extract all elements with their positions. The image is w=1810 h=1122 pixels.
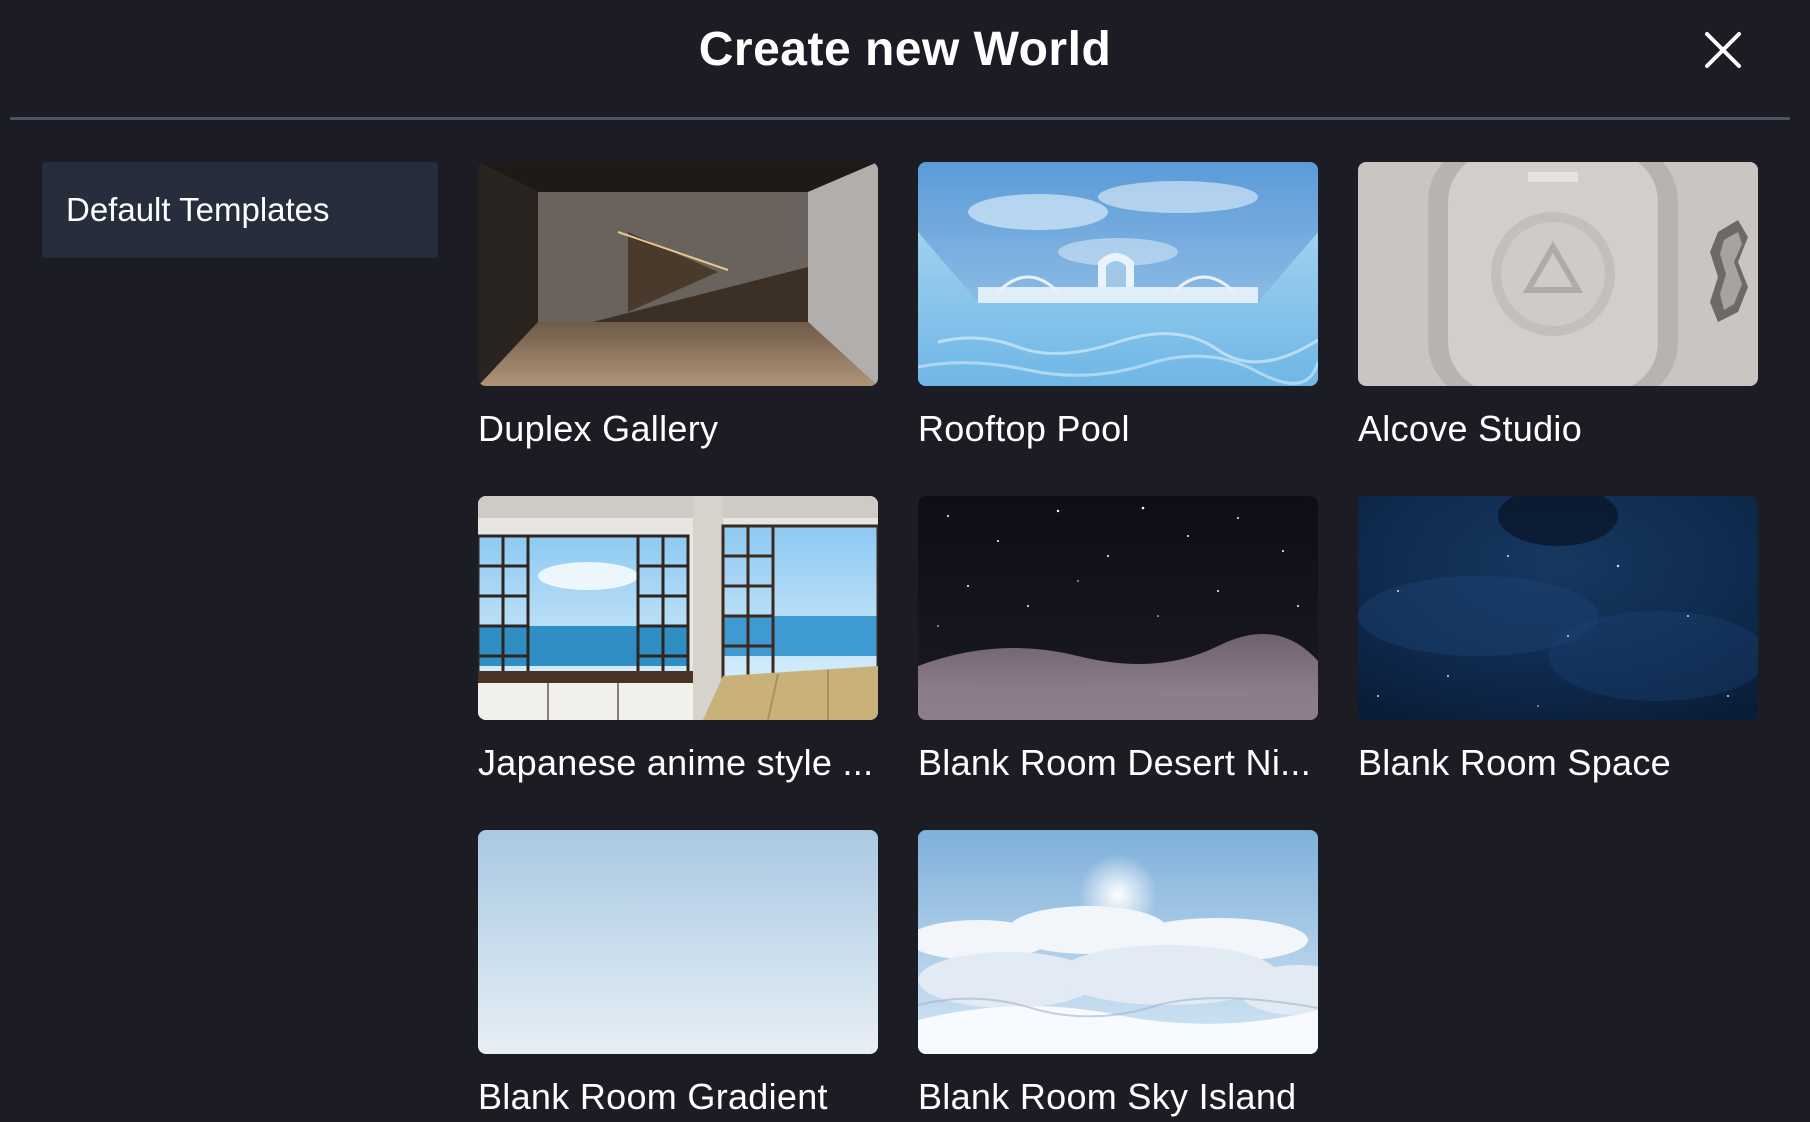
template-label: Blank Room Sky Island — [918, 1076, 1297, 1117]
template-thumbnail — [478, 830, 878, 1054]
sidebar-item-default-templates[interactable]: Default Templates — [42, 162, 438, 258]
template-label: Alcove Studio — [1358, 408, 1583, 449]
template-card-duplex-gallery[interactable]: Duplex Gallery — [478, 162, 878, 496]
template-label: Blank Room Desert Ni... — [918, 742, 1312, 783]
template-card-alcove-studio[interactable]: Alcove Studio — [1358, 162, 1758, 496]
template-label: Blank Room Gradient — [478, 1076, 828, 1117]
close-button[interactable] — [1695, 22, 1751, 78]
template-thumbnail — [1358, 496, 1758, 720]
template-thumbnail — [1358, 162, 1758, 386]
template-card-japanese-anime-style[interactable]: Japanese anime style ... — [478, 496, 878, 830]
category-sidebar: Default Templates — [42, 162, 438, 258]
template-card-blank-room-space[interactable]: Blank Room Space — [1358, 496, 1758, 830]
sidebar-item-label: Default Templates — [66, 191, 330, 228]
template-label: Japanese anime style ... — [478, 742, 874, 783]
header-divider — [10, 117, 1790, 120]
template-label: Rooftop Pool — [918, 408, 1130, 449]
template-grid: Duplex Gallery Rooftop Pool Alcove Studi… — [478, 162, 1760, 1122]
template-thumbnail — [918, 162, 1318, 386]
template-label: Duplex Gallery — [478, 408, 719, 449]
dialog-header: Create new World — [0, 0, 1810, 118]
template-thumbnail — [918, 496, 1318, 720]
template-thumbnail — [478, 162, 878, 386]
template-card-blank-room-desert-night[interactable]: Blank Room Desert Ni... — [918, 496, 1318, 830]
close-icon — [1705, 32, 1741, 68]
dialog-title: Create new World — [698, 23, 1112, 76]
template-card-blank-room-sky-island[interactable]: Blank Room Sky Island — [918, 830, 1318, 1122]
template-thumbnail — [918, 830, 1318, 1054]
template-thumbnail — [478, 496, 878, 720]
template-card-rooftop-pool[interactable]: Rooftop Pool — [918, 162, 1318, 496]
template-label: Blank Room Space — [1358, 742, 1671, 783]
template-card-blank-room-gradient[interactable]: Blank Room Gradient — [478, 830, 878, 1122]
create-world-dialog: Create new World Default Templates Duple… — [0, 0, 1810, 1122]
